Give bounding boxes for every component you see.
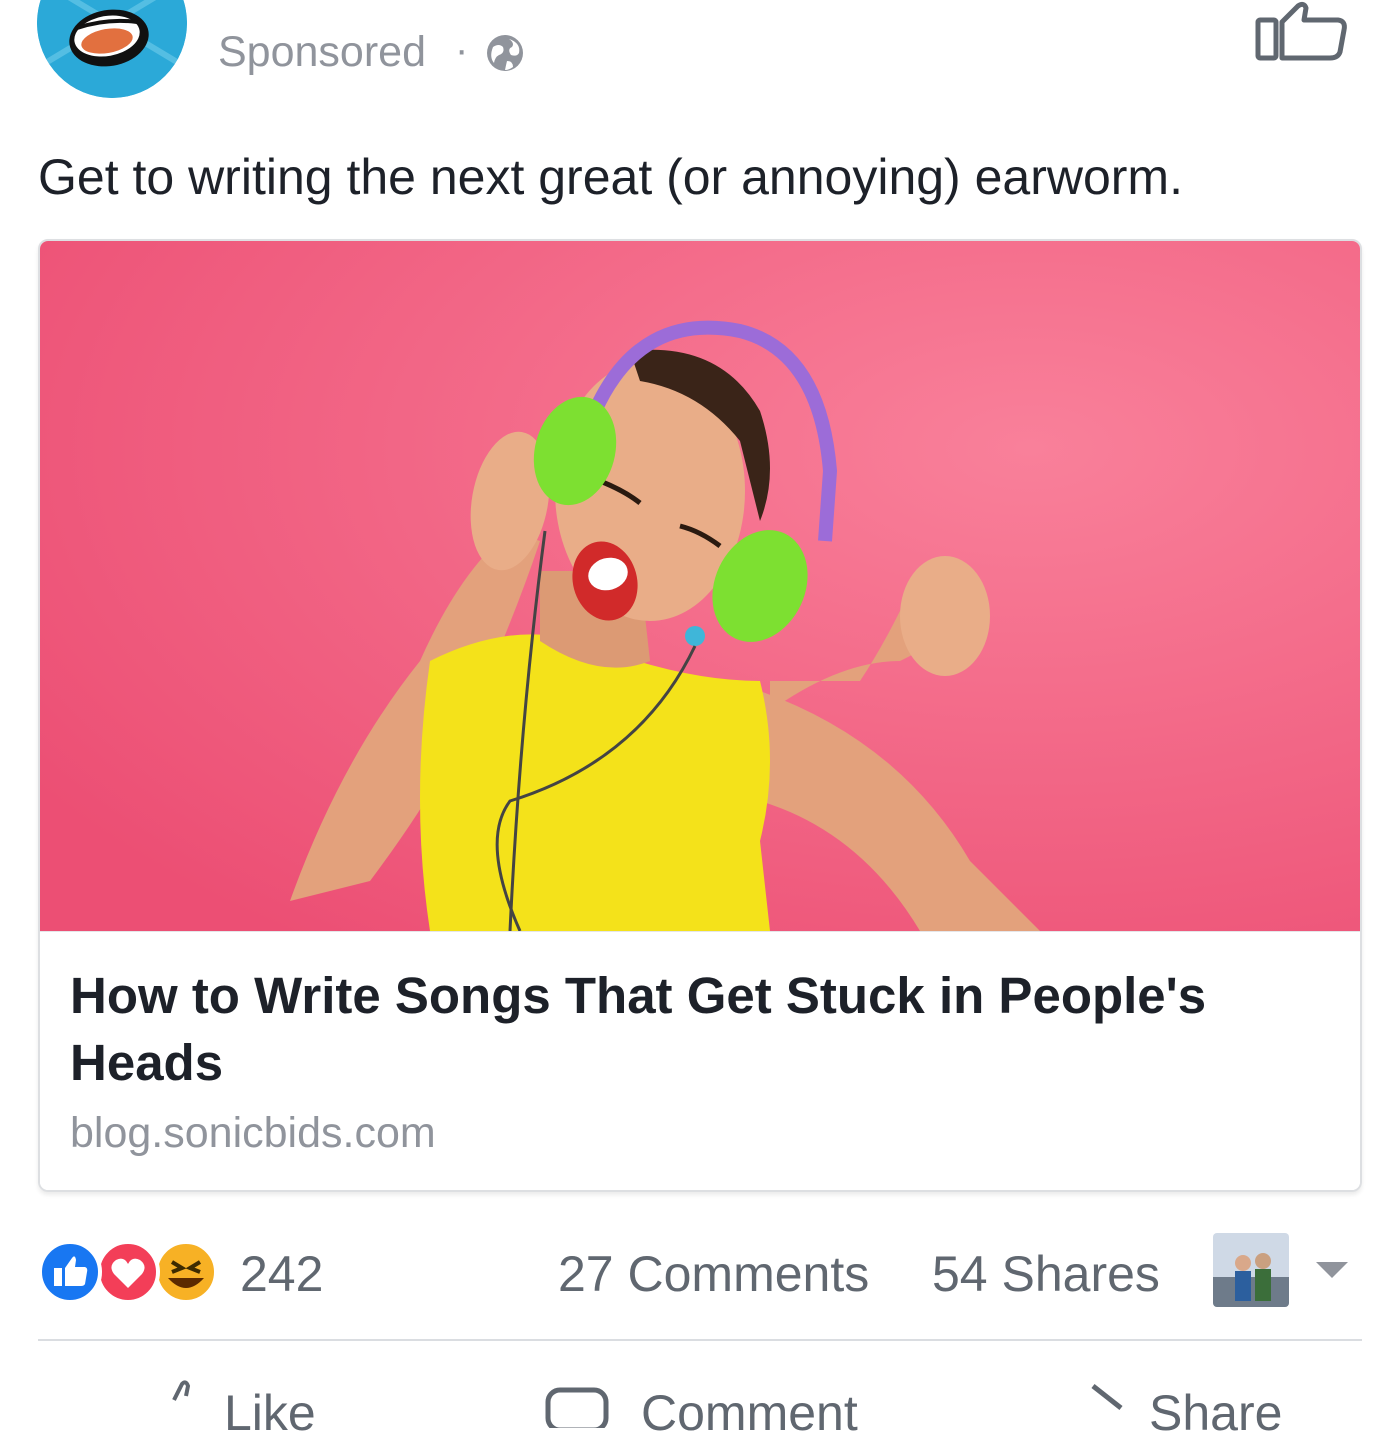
- share-label: Share: [1149, 1385, 1283, 1441]
- comment-label: Comment: [641, 1385, 858, 1441]
- link-preview-card[interactable]: How to Write Songs That Get Stuck in Peo…: [38, 239, 1362, 1192]
- like-label: Like: [224, 1385, 316, 1441]
- sharer-avatar[interactable]: [1213, 1233, 1289, 1307]
- like-reaction-icon: [38, 1240, 102, 1304]
- globe-icon: [487, 35, 523, 71]
- thumbs-up-outline-icon[interactable]: [1252, 0, 1350, 62]
- page-avatar[interactable]: [37, 0, 187, 98]
- link-domain: blog.sonicbids.com: [70, 1109, 436, 1157]
- link-preview-text[interactable]: How to Write Songs That Get Stuck in Peo…: [40, 931, 1360, 1190]
- comments-count[interactable]: 27 Comments: [558, 1245, 869, 1303]
- like-button[interactable]: Like: [160, 1378, 380, 1441]
- share-button[interactable]: Share: [1085, 1378, 1305, 1441]
- meta-separator: ·: [455, 28, 469, 72]
- comment-bubble-icon: [545, 1387, 609, 1428]
- love-reaction-icon: [96, 1240, 160, 1304]
- divider: [38, 1339, 1362, 1341]
- page-name[interactable]: Sonicbids: [218, 0, 428, 10]
- reaction-count[interactable]: 242: [240, 1245, 323, 1303]
- reaction-icons[interactable]: [38, 1240, 218, 1304]
- link-headline[interactable]: How to Write Songs That Get Stuck in Peo…: [70, 962, 1300, 1096]
- shares-count[interactable]: 54 Shares: [932, 1245, 1160, 1303]
- chevron-down-icon[interactable]: [1314, 1258, 1350, 1282]
- haha-reaction-icon: [154, 1240, 218, 1304]
- link-preview-image: [40, 241, 1360, 931]
- thumbs-up-outline-icon: [172, 1380, 191, 1401]
- comment-button[interactable]: Comment: [545, 1378, 858, 1441]
- sponsored-label[interactable]: Sponsored: [218, 28, 426, 77]
- share-arrow-icon: [1091, 1384, 1123, 1410]
- sonicbids-logo-icon: [37, 0, 187, 98]
- post-message: Get to writing the next great (or annoyi…: [38, 149, 1183, 205]
